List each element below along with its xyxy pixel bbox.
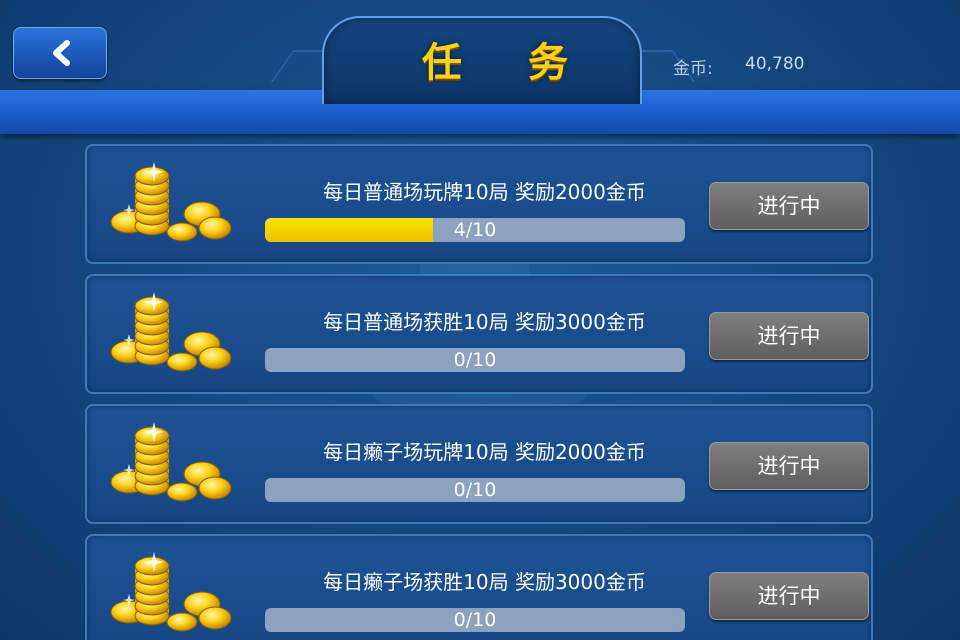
task-progress-label: 0/10 [453,349,497,371]
task-status-button[interactable]: 进行中 [709,182,869,230]
task-row: 每日普通场玩牌10局 奖励2000金币 4/10 进行中 [85,144,873,264]
task-row: 每日癞子场玩牌10局 奖励2000金币 0/10 进行中 [85,404,873,524]
task-screen: 任 务 金币: 40,780 每日普通场玩牌10局 奖励2000金币 4/10 … [0,0,960,640]
coin-pile-icon [107,420,237,510]
coins-value: 40,780 [745,54,805,74]
task-description: 每日普通场玩牌10局 奖励2000金币 [323,180,646,204]
task-description: 每日癞子场获胜10局 奖励3000金币 [323,570,646,594]
task-row: 每日癞子场获胜10局 奖励3000金币 0/10 进行中 [85,534,873,640]
task-progress-label: 4/10 [453,219,497,241]
task-progress-bar: 0/10 [265,348,685,372]
coin-pile-icon [107,550,237,640]
task-progress-label: 0/10 [453,479,497,501]
task-status-button[interactable]: 进行中 [709,442,869,490]
task-description: 每日癞子场玩牌10局 奖励2000金币 [323,440,646,464]
task-progress-bar: 4/10 [265,218,685,242]
task-status-button[interactable]: 进行中 [709,572,869,620]
coin-pile-icon [107,160,237,250]
coin-pile-icon [107,290,237,380]
coins-label: 金币: [673,59,713,79]
page-title: 任 务 [422,40,594,86]
task-progress-bar: 0/10 [265,478,685,502]
task-status-button[interactable]: 进行中 [709,312,869,360]
task-progress-bar: 0/10 [265,608,685,632]
back-button[interactable] [13,27,107,79]
chevron-left-icon [53,40,70,66]
task-description: 每日普通场获胜10局 奖励3000金币 [323,310,646,334]
task-progress-label: 0/10 [453,609,497,631]
task-row: 每日普通场获胜10局 奖励3000金币 0/10 进行中 [85,274,873,394]
